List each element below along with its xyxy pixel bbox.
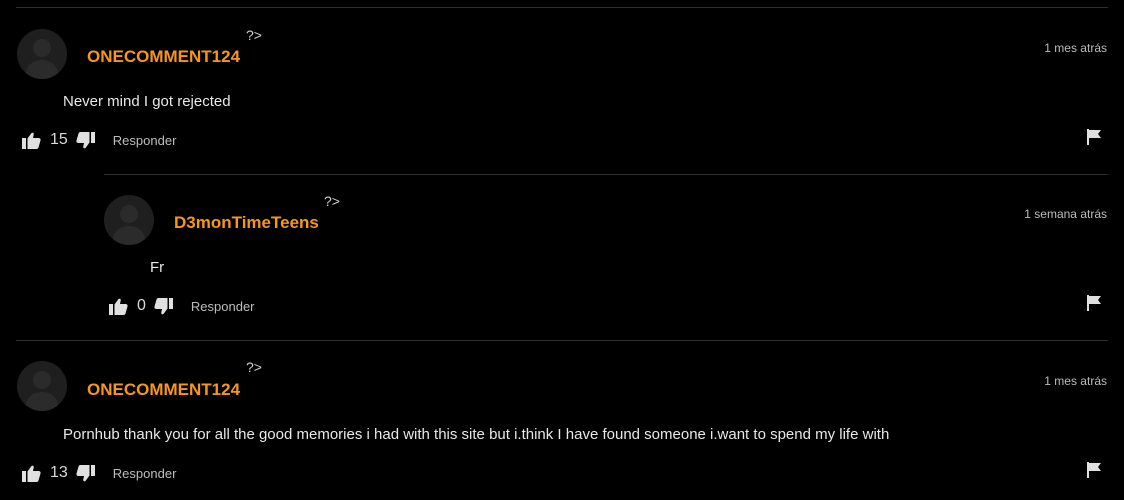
flag-icon[interactable] [1087,129,1102,150]
timestamp: 1 mes atrás [1044,41,1107,55]
avatar-placeholder-icon [25,371,59,411]
flag-icon[interactable] [1087,462,1102,483]
code-tag-text: ?> [246,27,262,43]
divider-top [16,7,1108,8]
avatar-placeholder-icon [112,205,146,245]
comment-text: Never mind I got rejected [63,93,231,110]
divider-reply [104,174,1108,175]
reply-link[interactable]: Responder [113,466,177,481]
comment-text: Fr [150,259,165,276]
vote-count: 15 [50,131,68,148]
thumbs-up-icon[interactable] [22,465,41,482]
thumbs-down-icon[interactable] [76,131,95,149]
comment-actions: 15 Responder [22,128,176,152]
thumbs-up-icon[interactable] [109,298,128,315]
avatar-placeholder-icon [25,39,59,79]
thumbs-down-icon[interactable] [76,464,95,482]
username[interactable]: ONECOMMENT124 [87,47,240,67]
code-tag-text: ?> [324,193,340,209]
comment-text: Pornhub thank you for all the good memor… [63,426,890,443]
comment-actions: 0 Responder [109,294,255,318]
reply-link[interactable]: Responder [113,133,177,148]
timestamp: 1 semana atrás [1024,207,1107,221]
vote-count: 13 [50,464,68,481]
thumbs-down-icon[interactable] [154,297,173,315]
avatar[interactable] [104,195,154,245]
thumbs-up-icon[interactable] [22,132,41,149]
flag-icon[interactable] [1087,295,1102,316]
comment-actions: 13 Responder [22,461,176,485]
avatar[interactable] [17,29,67,79]
username[interactable]: D3monTimeTeens [174,213,319,233]
code-tag-text: ?> [246,359,262,375]
username[interactable]: ONECOMMENT124 [87,380,240,400]
divider-comment-3 [16,340,1108,341]
reply-link[interactable]: Responder [191,299,255,314]
vote-count: 0 [137,297,146,314]
avatar[interactable] [17,361,67,411]
timestamp: 1 mes atrás [1044,374,1107,388]
